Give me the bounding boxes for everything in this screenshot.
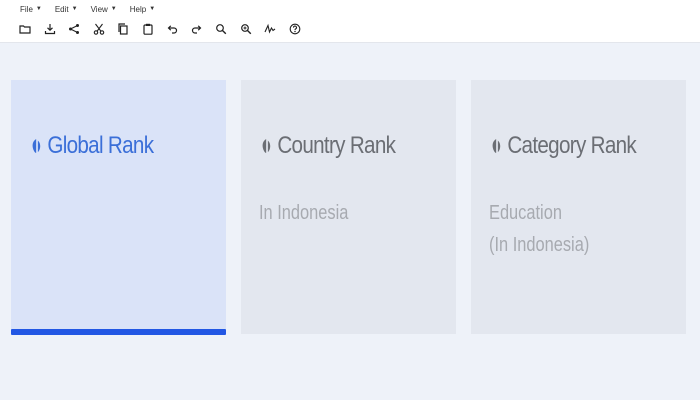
zoom-in-button[interactable]: [213, 21, 229, 37]
cut-icon: [93, 23, 104, 35]
tab-country-rank[interactable]: Country Rank In Indonesia: [241, 80, 456, 334]
tab-global-rank[interactable]: Global Rank: [11, 80, 226, 335]
card-subtitle-line: Education: [489, 202, 562, 224]
card-title: Country Rank: [261, 132, 396, 160]
folder-icon: [19, 25, 31, 34]
cut-button[interactable]: [91, 21, 107, 37]
menu-edit-label: Edit: [54, 4, 69, 14]
signature-button[interactable]: [262, 21, 278, 37]
menu-help[interactable]: Help ▼: [130, 5, 155, 14]
zoom-in-icon: [216, 24, 227, 35]
card-title-text: Global Rank: [47, 132, 154, 159]
paste-button[interactable]: [140, 21, 156, 37]
undo-icon: [167, 25, 178, 34]
menu-help-label: Help: [129, 4, 147, 14]
rank-icon: [262, 139, 271, 153]
card-subtitle-line: (In Indonesia): [489, 234, 590, 256]
zoom-out-icon: [240, 24, 251, 35]
paste-icon: [142, 23, 153, 35]
chevron-down-icon: ▼: [149, 6, 156, 12]
copy-button[interactable]: [115, 21, 131, 37]
copy-icon: [118, 23, 128, 35]
redo-button[interactable]: [189, 21, 205, 37]
rank-icon: [492, 139, 501, 153]
signature-icon: [264, 23, 276, 34]
zoom-out-button[interactable]: [238, 21, 254, 37]
chevron-down-icon: ▼: [71, 6, 78, 12]
share-button[interactable]: [66, 21, 82, 37]
card-title-text: Category Rank: [507, 132, 637, 159]
top-bar: File ▼ Edit ▼ View ▼ Help ▼: [0, 0, 700, 43]
menu-file-label: File: [20, 4, 33, 14]
redo-icon: [191, 25, 201, 34]
rank-icon: [32, 139, 41, 153]
help-icon: [289, 23, 300, 35]
menu-edit[interactable]: Edit ▼: [55, 5, 78, 14]
menu-view-label: View: [90, 4, 108, 14]
share-icon: [69, 24, 79, 34]
undo-button[interactable]: [164, 21, 180, 37]
card-title: Category Rank: [491, 132, 637, 160]
menu-bar: File ▼ Edit ▼ View ▼ Help ▼: [0, 0, 700, 18]
menu-view[interactable]: View ▼: [91, 5, 117, 14]
chevron-down-icon: ▼: [110, 6, 117, 12]
card-title: Global Rank: [31, 132, 154, 160]
menu-file[interactable]: File ▼: [20, 5, 42, 14]
toolbar: [17, 20, 311, 38]
card-subtitle: Education (In Indonesia): [489, 197, 589, 261]
active-tab-indicator: [11, 329, 226, 335]
download-icon: [44, 24, 55, 35]
card-title-text: Country Rank: [277, 132, 396, 159]
download-button[interactable]: [42, 21, 58, 37]
open-button[interactable]: [17, 21, 33, 37]
card-subtitle-line: In Indonesia: [259, 202, 349, 224]
tab-category-rank[interactable]: Category Rank Education (In Indonesia): [471, 80, 686, 334]
help-button[interactable]: [287, 21, 303, 37]
chevron-down-icon: ▼: [35, 6, 42, 12]
card-subtitle: In Indonesia: [259, 197, 348, 229]
